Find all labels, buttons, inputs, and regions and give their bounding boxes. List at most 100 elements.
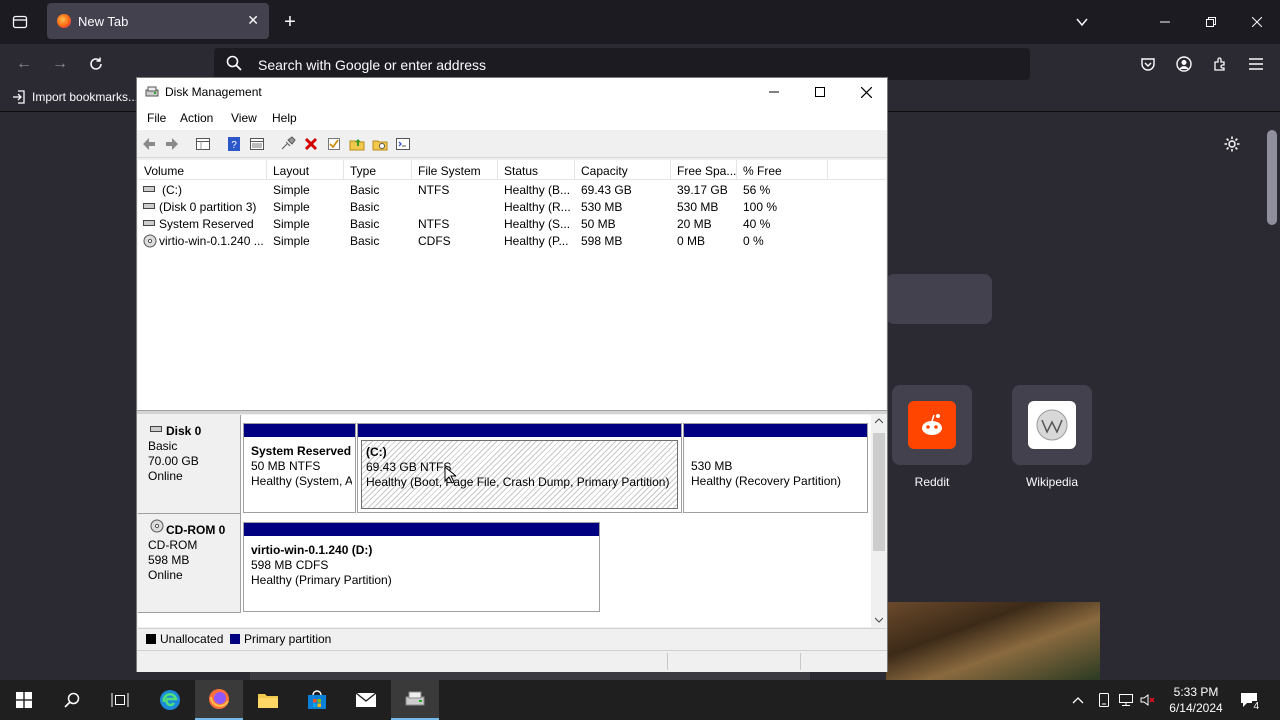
gear-icon[interactable] xyxy=(1220,132,1244,156)
maximize-icon[interactable] xyxy=(797,78,843,106)
col-header-percent-free[interactable]: % Free xyxy=(737,160,828,180)
console-icon[interactable] xyxy=(395,136,411,152)
minimize-icon[interactable] xyxy=(1142,0,1188,44)
menu-file[interactable]: File xyxy=(147,111,166,125)
table-row[interactable]: (C:) Simple Basic NTFS Healthy (B... 69.… xyxy=(138,181,886,198)
scroll-up-icon[interactable] xyxy=(875,418,883,424)
partition-system-reserved[interactable]: System Reserved 50 MB NTFS Healthy (Syst… xyxy=(243,423,356,513)
reload-icon[interactable] xyxy=(84,52,108,76)
cell-type: Basic xyxy=(350,183,380,197)
col-header-volume[interactable]: Volume xyxy=(138,160,267,180)
shortcut-wikipedia[interactable] xyxy=(1012,385,1092,465)
edge-button[interactable] xyxy=(146,680,194,720)
chevron-up-icon[interactable] xyxy=(1068,690,1088,710)
forward-arrow-icon[interactable] xyxy=(164,136,180,152)
new-tab-icon[interactable]: + xyxy=(278,10,302,34)
url-bar[interactable]: Search with Google or enter address xyxy=(214,48,1030,80)
account-icon[interactable] xyxy=(1172,52,1196,76)
cell-status: Healthy (R... xyxy=(504,200,571,214)
check-icon[interactable] xyxy=(326,136,342,152)
table-row[interactable]: virtio-win-0.1.240 ... Simple Basic CDFS… xyxy=(138,232,886,249)
partition-status: Healthy (Primary Partition) xyxy=(251,573,392,587)
reddit-icon xyxy=(908,401,956,449)
show-hide-icon[interactable] xyxy=(249,136,265,152)
window-title: Disk Management xyxy=(165,85,262,99)
mail-button[interactable] xyxy=(342,680,390,720)
connect-icon[interactable] xyxy=(280,136,296,152)
cell-free-space: 20 MB xyxy=(677,217,712,231)
folder-up-icon[interactable] xyxy=(349,136,365,152)
primary-partition-bar xyxy=(244,523,599,536)
search-button[interactable] xyxy=(48,680,96,720)
back-arrow-icon[interactable]: ← xyxy=(12,52,36,76)
graph-scrollbar-thumb[interactable] xyxy=(873,433,885,551)
col-header-status[interactable]: Status xyxy=(498,160,575,180)
help-icon[interactable]: ? xyxy=(226,136,242,152)
cell-file-system: NTFS xyxy=(418,217,450,231)
cell-file-system: CDFS xyxy=(418,234,451,248)
partition-recovery[interactable]: 530 MB Healthy (Recovery Partition) xyxy=(683,423,868,513)
network-icon[interactable] xyxy=(1116,690,1136,710)
notifications-button[interactable]: 4 xyxy=(1236,688,1262,712)
menu-action[interactable]: Action xyxy=(180,111,213,125)
window-title-bar[interactable]: Disk Management xyxy=(137,78,887,106)
extensions-icon[interactable] xyxy=(1208,52,1232,76)
menu-help[interactable]: Help xyxy=(272,111,297,125)
story-thumbnail[interactable] xyxy=(886,602,1100,680)
start-button[interactable] xyxy=(0,680,48,720)
disk-0-label[interactable]: Disk 0 Basic 70.00 GB Online xyxy=(138,415,241,514)
cd-icon xyxy=(143,234,157,248)
table-row[interactable]: (Disk 0 partition 3) Simple Basic Health… xyxy=(138,198,886,215)
col-header-file-system[interactable]: File System xyxy=(412,160,498,180)
partition-c-drive[interactable]: (C:) 69.43 GB NTFS Healthy (Boot, Page F… xyxy=(357,423,682,513)
back-arrow-icon[interactable] xyxy=(141,136,157,152)
cell-layout: Simple xyxy=(273,183,310,197)
close-window-icon[interactable] xyxy=(1234,0,1280,44)
col-header-type[interactable]: Type xyxy=(344,160,412,180)
restore-icon[interactable] xyxy=(1188,0,1234,44)
menu-view[interactable]: View xyxy=(231,111,257,125)
cdrom-0-label[interactable]: CD-ROM 0 CD-ROM 598 MB Online xyxy=(138,514,241,613)
device-icon[interactable] xyxy=(1094,690,1114,710)
page-scrollbar-thumb[interactable] xyxy=(1267,130,1277,225)
primary-partition-bar xyxy=(684,424,867,437)
delete-icon[interactable] xyxy=(303,136,319,152)
folder-search-icon[interactable] xyxy=(372,136,388,152)
forward-arrow-icon[interactable]: → xyxy=(48,52,72,76)
import-bookmarks-button[interactable]: Import bookmarks... xyxy=(12,90,138,104)
search-box[interactable] xyxy=(886,274,992,324)
status-segment xyxy=(667,653,668,670)
col-header-capacity[interactable]: Capacity xyxy=(575,160,671,180)
tab-new-tab[interactable]: New Tab ✕ xyxy=(47,3,269,39)
page-scrollbar[interactable] xyxy=(1264,118,1280,680)
shortcut-reddit[interactable] xyxy=(892,385,972,465)
close-tab-icon[interactable]: ✕ xyxy=(247,12,259,29)
list-all-tabs-icon[interactable] xyxy=(8,10,32,34)
disk-management-taskbar-button[interactable] xyxy=(391,680,439,720)
clock[interactable]: 5:33 PM 6/14/2024 xyxy=(1160,684,1232,716)
partition-size: 50 MB NTFS xyxy=(251,459,321,473)
volume-list[interactable]: Volume Layout Type File System Status Ca… xyxy=(138,160,886,410)
col-header-layout[interactable]: Layout xyxy=(267,160,344,180)
table-row[interactable]: System Reserved Simple Basic NTFS Health… xyxy=(138,215,886,232)
chevron-down-icon[interactable] xyxy=(1070,10,1094,34)
properties-icon[interactable] xyxy=(195,136,211,152)
disk-size: 598 MB xyxy=(148,553,190,567)
graph-scrollbar[interactable] xyxy=(871,415,887,627)
volume-muted-icon[interactable] xyxy=(1138,690,1158,710)
minimize-icon[interactable] xyxy=(751,78,797,106)
col-header-free-space[interactable]: Free Spa... xyxy=(671,160,737,180)
store-button[interactable] xyxy=(293,680,341,720)
partition-cdrom-d[interactable]: virtio-win-0.1.240 (D:) 598 MB CDFS Heal… xyxy=(243,522,600,612)
close-icon[interactable] xyxy=(843,78,889,106)
pocket-icon[interactable] xyxy=(1136,52,1160,76)
firefox-icon xyxy=(209,689,229,709)
clock-time: 5:33 PM xyxy=(1173,685,1219,699)
firefox-button[interactable] xyxy=(195,680,243,720)
hamburger-menu-icon[interactable] xyxy=(1244,52,1268,76)
file-explorer-button[interactable] xyxy=(244,680,292,720)
scroll-down-icon[interactable] xyxy=(875,617,883,623)
task-view-button[interactable] xyxy=(96,680,144,720)
cell-volume: virtio-win-0.1.240 ... xyxy=(159,234,264,248)
pane-splitter[interactable] xyxy=(137,410,887,414)
